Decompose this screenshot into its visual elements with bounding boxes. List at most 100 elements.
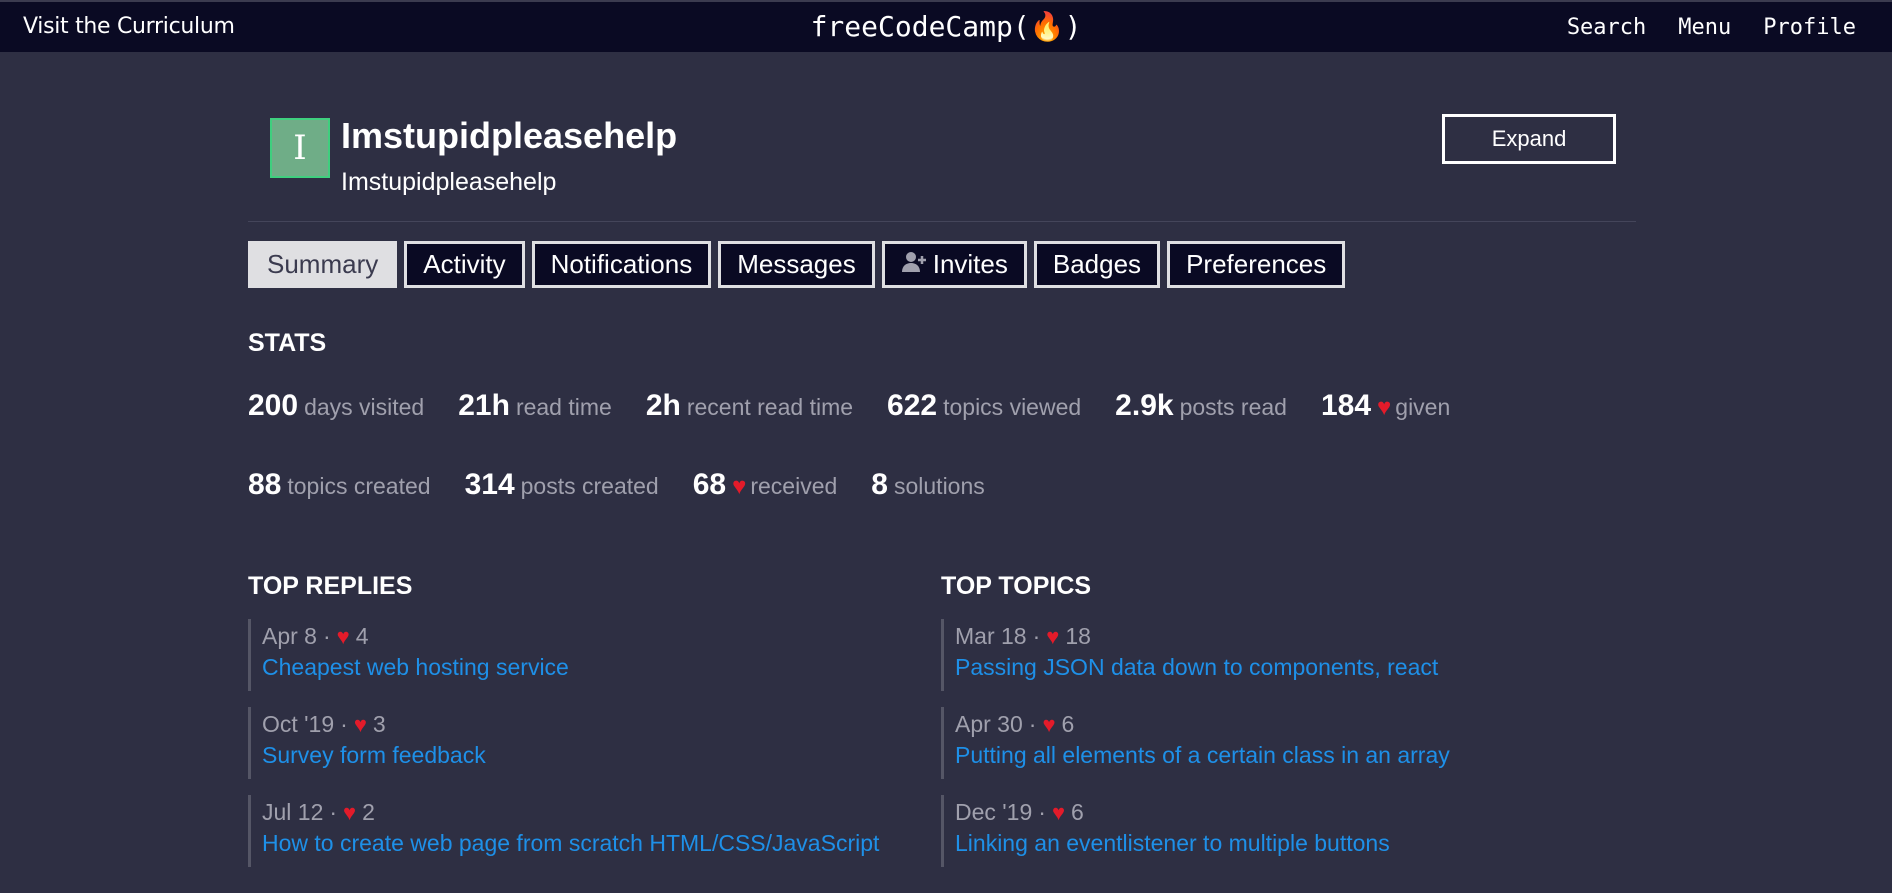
expand-button[interactable]: Expand: [1442, 114, 1616, 164]
stat-read-time: 21h read time: [458, 389, 612, 423]
stat-value: 68: [692, 468, 727, 501]
heart-icon: ♥: [1046, 623, 1060, 649]
stat-value: 200: [248, 389, 299, 422]
stat-value: 622: [887, 389, 938, 422]
user-plus-icon: [901, 249, 927, 280]
heart-icon: ♥: [336, 623, 350, 649]
stat-value: 184: [1320, 389, 1372, 422]
heart-icon: ♥: [1051, 799, 1065, 825]
stats-heading: STATS: [248, 329, 327, 357]
stat-label: received: [750, 473, 838, 499]
stat-label: read time: [515, 394, 612, 420]
search-button[interactable]: Search: [1567, 15, 1646, 40]
stat-label: given: [1395, 394, 1451, 420]
item-title-link[interactable]: Survey form feedback: [262, 742, 888, 769]
separator: ·: [1038, 799, 1046, 825]
stat-label: topics created: [287, 473, 431, 499]
list-item: Dec '19 · ♥ 6 Linking an eventlistener to m…: [941, 795, 1581, 867]
tab-preferences[interactable]: Preferences: [1167, 241, 1346, 288]
stat-topics-created: 88 topics created: [248, 468, 431, 502]
stats-row-1: 200 days visited 21h read time 2h recent re…: [248, 389, 1484, 423]
top-navigation-bar: Visit the Curriculum freeCodeCamp(🔥) Sea…: [0, 0, 1892, 52]
stat-topics-viewed: 622 topics viewed: [887, 389, 1081, 423]
list-item: Oct '19 · ♥ 3 Survey form feedback: [248, 707, 888, 779]
item-date: Oct '19: [262, 711, 335, 737]
stat-days-visited: 200 days visited: [248, 389, 424, 423]
stat-likes-given: 184 ♥ given: [1321, 389, 1450, 423]
heart-icon: ♥: [1377, 394, 1392, 421]
stat-value: 8: [871, 468, 888, 501]
stat-label: posts created: [520, 473, 659, 499]
tab-label: Badges: [1052, 249, 1142, 279]
separator: ·: [340, 711, 348, 737]
heart-icon: ♥: [1042, 711, 1056, 737]
item-likes: 4: [355, 623, 369, 649]
header-divider: [248, 221, 1636, 222]
tab-notifications[interactable]: Notifications: [531, 241, 712, 288]
stat-posts-read: 2.9k posts read: [1115, 389, 1287, 423]
tab-invites[interactable]: Invites: [881, 241, 1027, 288]
item-title-link[interactable]: Passing JSON data down to components, re…: [955, 654, 1581, 681]
item-title-link[interactable]: How to create web page from scratch HTML…: [262, 830, 888, 857]
stat-posts-created: 314 posts created: [465, 468, 659, 502]
item-date: Apr 30: [955, 711, 1023, 737]
tab-label: Notifications: [550, 249, 693, 279]
tab-messages[interactable]: Messages: [718, 241, 875, 288]
top-topics-heading: TOP TOPICS: [941, 572, 1092, 600]
item-date: Mar 18: [955, 623, 1027, 649]
stat-value: 88: [248, 468, 282, 501]
list-item: Apr 30 · ♥ 6 Putting all elements of a cert…: [941, 707, 1581, 779]
tab-label: Invites: [932, 249, 1008, 279]
stat-value: 314: [464, 468, 515, 501]
tab-label: Activity: [423, 249, 506, 279]
separator: ·: [329, 799, 338, 825]
stat-solutions: 8 solutions: [871, 468, 984, 502]
profile-tabs: Summary Activity Notifications Messages …: [248, 241, 1346, 288]
item-title-link[interactable]: Linking an eventlistener to multiple but…: [955, 830, 1581, 857]
separator: ·: [1028, 711, 1037, 737]
menu-button[interactable]: Menu: [1678, 15, 1731, 40]
item-likes: 2: [362, 799, 375, 825]
heart-icon: ♥: [343, 799, 357, 825]
heart-icon: ♥: [732, 473, 747, 500]
item-title-link[interactable]: Putting all elements of a certain class …: [955, 742, 1581, 769]
stat-label: recent read time: [686, 394, 854, 420]
stat-label: solutions: [893, 473, 985, 499]
tab-label: Preferences: [1186, 249, 1327, 279]
heart-icon: ♥: [353, 711, 367, 737]
avatar[interactable]: I: [270, 118, 330, 178]
list-item: Apr 8 · ♥ 4 Cheapest web hosting service: [248, 619, 888, 691]
stat-label: days visited: [304, 394, 425, 420]
separator: ·: [1032, 623, 1041, 649]
stat-label: topics viewed: [943, 394, 1082, 420]
profile-username: Imstupidpleasehelp: [341, 115, 678, 156]
stat-recent-read-time: 2h recent read time: [646, 389, 853, 423]
stats-row-2: 88 topics created 314 posts created 68 ♥ rec…: [248, 468, 1019, 502]
stat-value: 2h: [645, 389, 681, 422]
tab-activity[interactable]: Activity: [404, 241, 525, 288]
item-likes: 6: [1071, 799, 1084, 825]
list-item: Mar 18 · ♥ 18 Passing JSON data down to com…: [941, 619, 1581, 691]
profile-full-name: Imstupidpleasehelp: [341, 168, 557, 196]
item-date: Jul 12: [262, 799, 324, 825]
item-date: Apr 8: [262, 623, 317, 649]
item-date: Dec '19: [955, 799, 1033, 825]
profile-button[interactable]: Profile: [1763, 15, 1856, 40]
separator: ·: [322, 623, 331, 649]
item-title-link[interactable]: Cheapest web hosting service: [262, 654, 888, 681]
tab-badges[interactable]: Badges: [1033, 241, 1161, 288]
stat-value: 21h: [458, 389, 510, 422]
list-item: Jul 12 · ♥ 2 How to create web page from sc…: [248, 795, 888, 867]
item-likes: 6: [1061, 711, 1075, 737]
item-likes: 18: [1065, 623, 1091, 649]
top-topics-list: Mar 18 · ♥ 18 Passing JSON data down to com…: [941, 619, 1581, 883]
top-replies-heading: TOP REPLIES: [248, 572, 413, 600]
stat-value: 2.9k: [1115, 389, 1174, 422]
tab-label: Summary: [267, 249, 379, 279]
top-replies-list: Apr 8 · ♥ 4 Cheapest web hosting service Oc…: [248, 619, 888, 883]
stat-label: posts read: [1179, 394, 1287, 420]
item-likes: 3: [372, 711, 386, 737]
tab-summary[interactable]: Summary: [248, 241, 398, 288]
tab-label: Messages: [737, 249, 856, 279]
header-nav: Search Menu Profile: [1567, 15, 1856, 40]
